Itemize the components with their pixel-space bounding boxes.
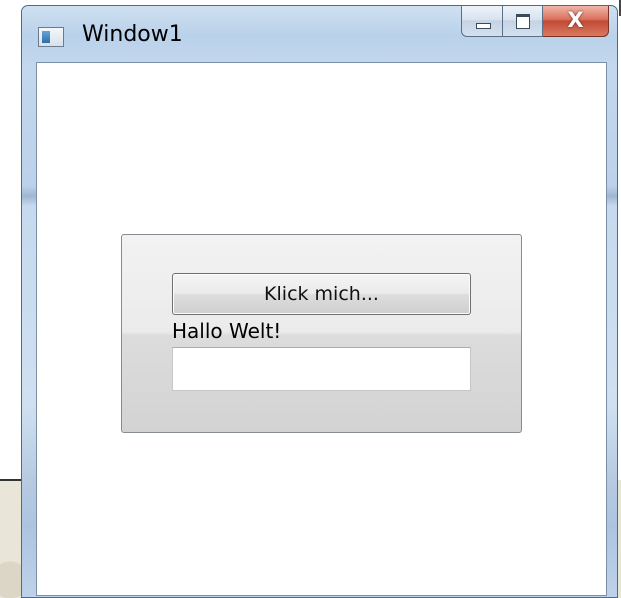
minimize-button[interactable]	[461, 6, 503, 37]
close-icon: X	[567, 8, 584, 32]
maximize-button[interactable]	[503, 6, 543, 37]
title-bar[interactable]: Window1 X	[22, 6, 617, 58]
klick-mich-button[interactable]: Klick mich...	[172, 273, 471, 315]
minimize-icon	[476, 23, 491, 29]
caption-buttons: X	[461, 6, 609, 40]
client-area: Klick mich... Hallo Welt!	[36, 62, 607, 596]
maximize-icon	[516, 14, 530, 29]
close-button[interactable]: X	[543, 6, 609, 37]
content-panel: Klick mich... Hallo Welt!	[121, 234, 522, 433]
window-icon[interactable]	[38, 27, 64, 47]
text-input[interactable]	[172, 347, 471, 391]
hallo-welt-label: Hallo Welt!	[172, 319, 282, 343]
window: Window1 X Klick mich... Hallo Welt!	[21, 5, 618, 598]
window-title: Window1	[82, 22, 183, 47]
